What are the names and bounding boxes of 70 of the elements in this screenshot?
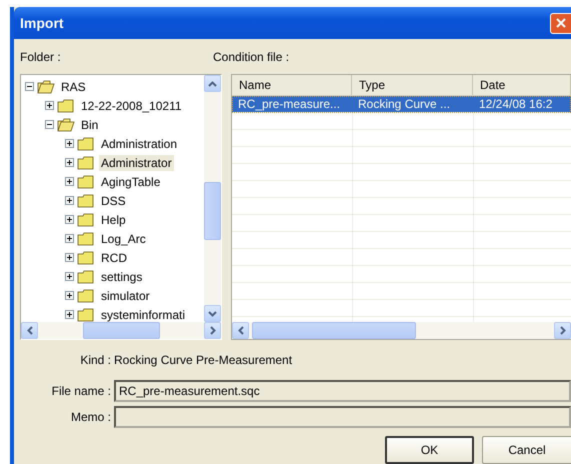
table-cell-text: RC_pre-measure... — [237, 96, 342, 112]
column-header[interactable]: Date — [473, 75, 571, 95]
plus-icon[interactable] — [45, 101, 54, 110]
tree-item[interactable]: Bin — [79, 116, 100, 132]
table-cell-text: Rocking Curve ... — [357, 96, 452, 112]
cancel-button[interactable]: Cancel — [482, 436, 571, 464]
tree-item[interactable]: RCD — [99, 250, 129, 266]
tree-item[interactable]: 12-22-2008_10211 — [79, 98, 184, 114]
scroll-left-button[interactable] — [232, 322, 249, 339]
kind-value: Rocking Curve Pre-Measurement — [114, 353, 292, 367]
column-header[interactable]: Name — [232, 75, 352, 95]
tree-item[interactable]: AgingTable — [99, 174, 162, 190]
file-name-label: File name : — [50, 384, 112, 398]
vertical-scrollbar[interactable] — [204, 75, 221, 322]
folder-icon — [77, 232, 95, 246]
scroll-thumb[interactable] — [252, 322, 416, 339]
tree-item[interactable]: settings — [99, 268, 144, 284]
folder-icon — [77, 212, 95, 226]
folder-icon — [77, 194, 95, 208]
scroll-left-button[interactable] — [21, 322, 38, 339]
plus-icon[interactable] — [65, 215, 74, 224]
folder-icon — [77, 288, 95, 302]
tree-item[interactable]: systeminformati — [99, 306, 188, 322]
tree-item[interactable]: Log_Arc — [99, 230, 148, 246]
tree-item[interactable]: Administration — [99, 136, 180, 152]
plus-icon[interactable] — [65, 196, 74, 205]
plus-icon[interactable] — [65, 177, 74, 186]
folder-label: Folder : — [20, 50, 62, 64]
scroll-down-button[interactable] — [204, 305, 221, 322]
close-icon — [555, 17, 567, 29]
folder-icon — [57, 118, 75, 132]
table-row[interactable]: RC_pre-measure... Rocking Curve ... 12/24/08 16:2 — [232, 96, 571, 113]
plus-icon[interactable] — [65, 272, 74, 281]
plus-icon[interactable] — [65, 234, 74, 243]
table-cell-text: 12/24/08 16:2 — [478, 96, 554, 112]
tree-item[interactable]: DSS — [99, 192, 128, 208]
memo-field[interactable] — [114, 406, 571, 428]
tree-item[interactable]: RAS — [59, 78, 88, 94]
condition-file-label: Condition file : — [213, 50, 290, 64]
tree-item[interactable]: Help — [99, 212, 128, 228]
minus-icon[interactable] — [45, 120, 54, 129]
scroll-right-button[interactable] — [204, 322, 221, 339]
folder-icon — [77, 174, 95, 188]
minus-icon[interactable] — [25, 82, 34, 91]
folder-icon — [77, 136, 95, 150]
tree-item[interactable]: Administrator — [99, 154, 174, 170]
horizontal-scrollbar[interactable] — [232, 322, 571, 339]
plus-icon[interactable] — [65, 158, 74, 167]
scroll-thumb[interactable] — [204, 182, 221, 240]
kind-label: Kind : — [79, 353, 112, 367]
close-button[interactable] — [550, 12, 571, 34]
folder-icon — [77, 250, 95, 264]
memo-label: Memo : — [70, 410, 112, 424]
plus-icon[interactable] — [65, 291, 74, 300]
folder-icon — [37, 80, 55, 94]
folder-icon — [57, 98, 75, 112]
folder-icon — [77, 270, 95, 284]
tree-item[interactable]: simulator — [99, 288, 152, 304]
plus-icon[interactable] — [65, 139, 74, 148]
scroll-right-button[interactable] — [554, 322, 571, 339]
ok-button[interactable]: OK — [385, 436, 474, 464]
file-name-field[interactable]: RC_pre-measurement.sqc — [114, 380, 571, 402]
plus-icon[interactable] — [65, 310, 74, 319]
scroll-thumb[interactable] — [83, 322, 160, 339]
folder-icon — [77, 156, 95, 170]
plus-icon[interactable] — [65, 253, 74, 262]
scroll-up-button[interactable] — [204, 75, 221, 92]
horizontal-scrollbar[interactable] — [21, 322, 221, 339]
column-header[interactable]: Type — [352, 75, 473, 95]
window-title: Import — [19, 15, 64, 31]
